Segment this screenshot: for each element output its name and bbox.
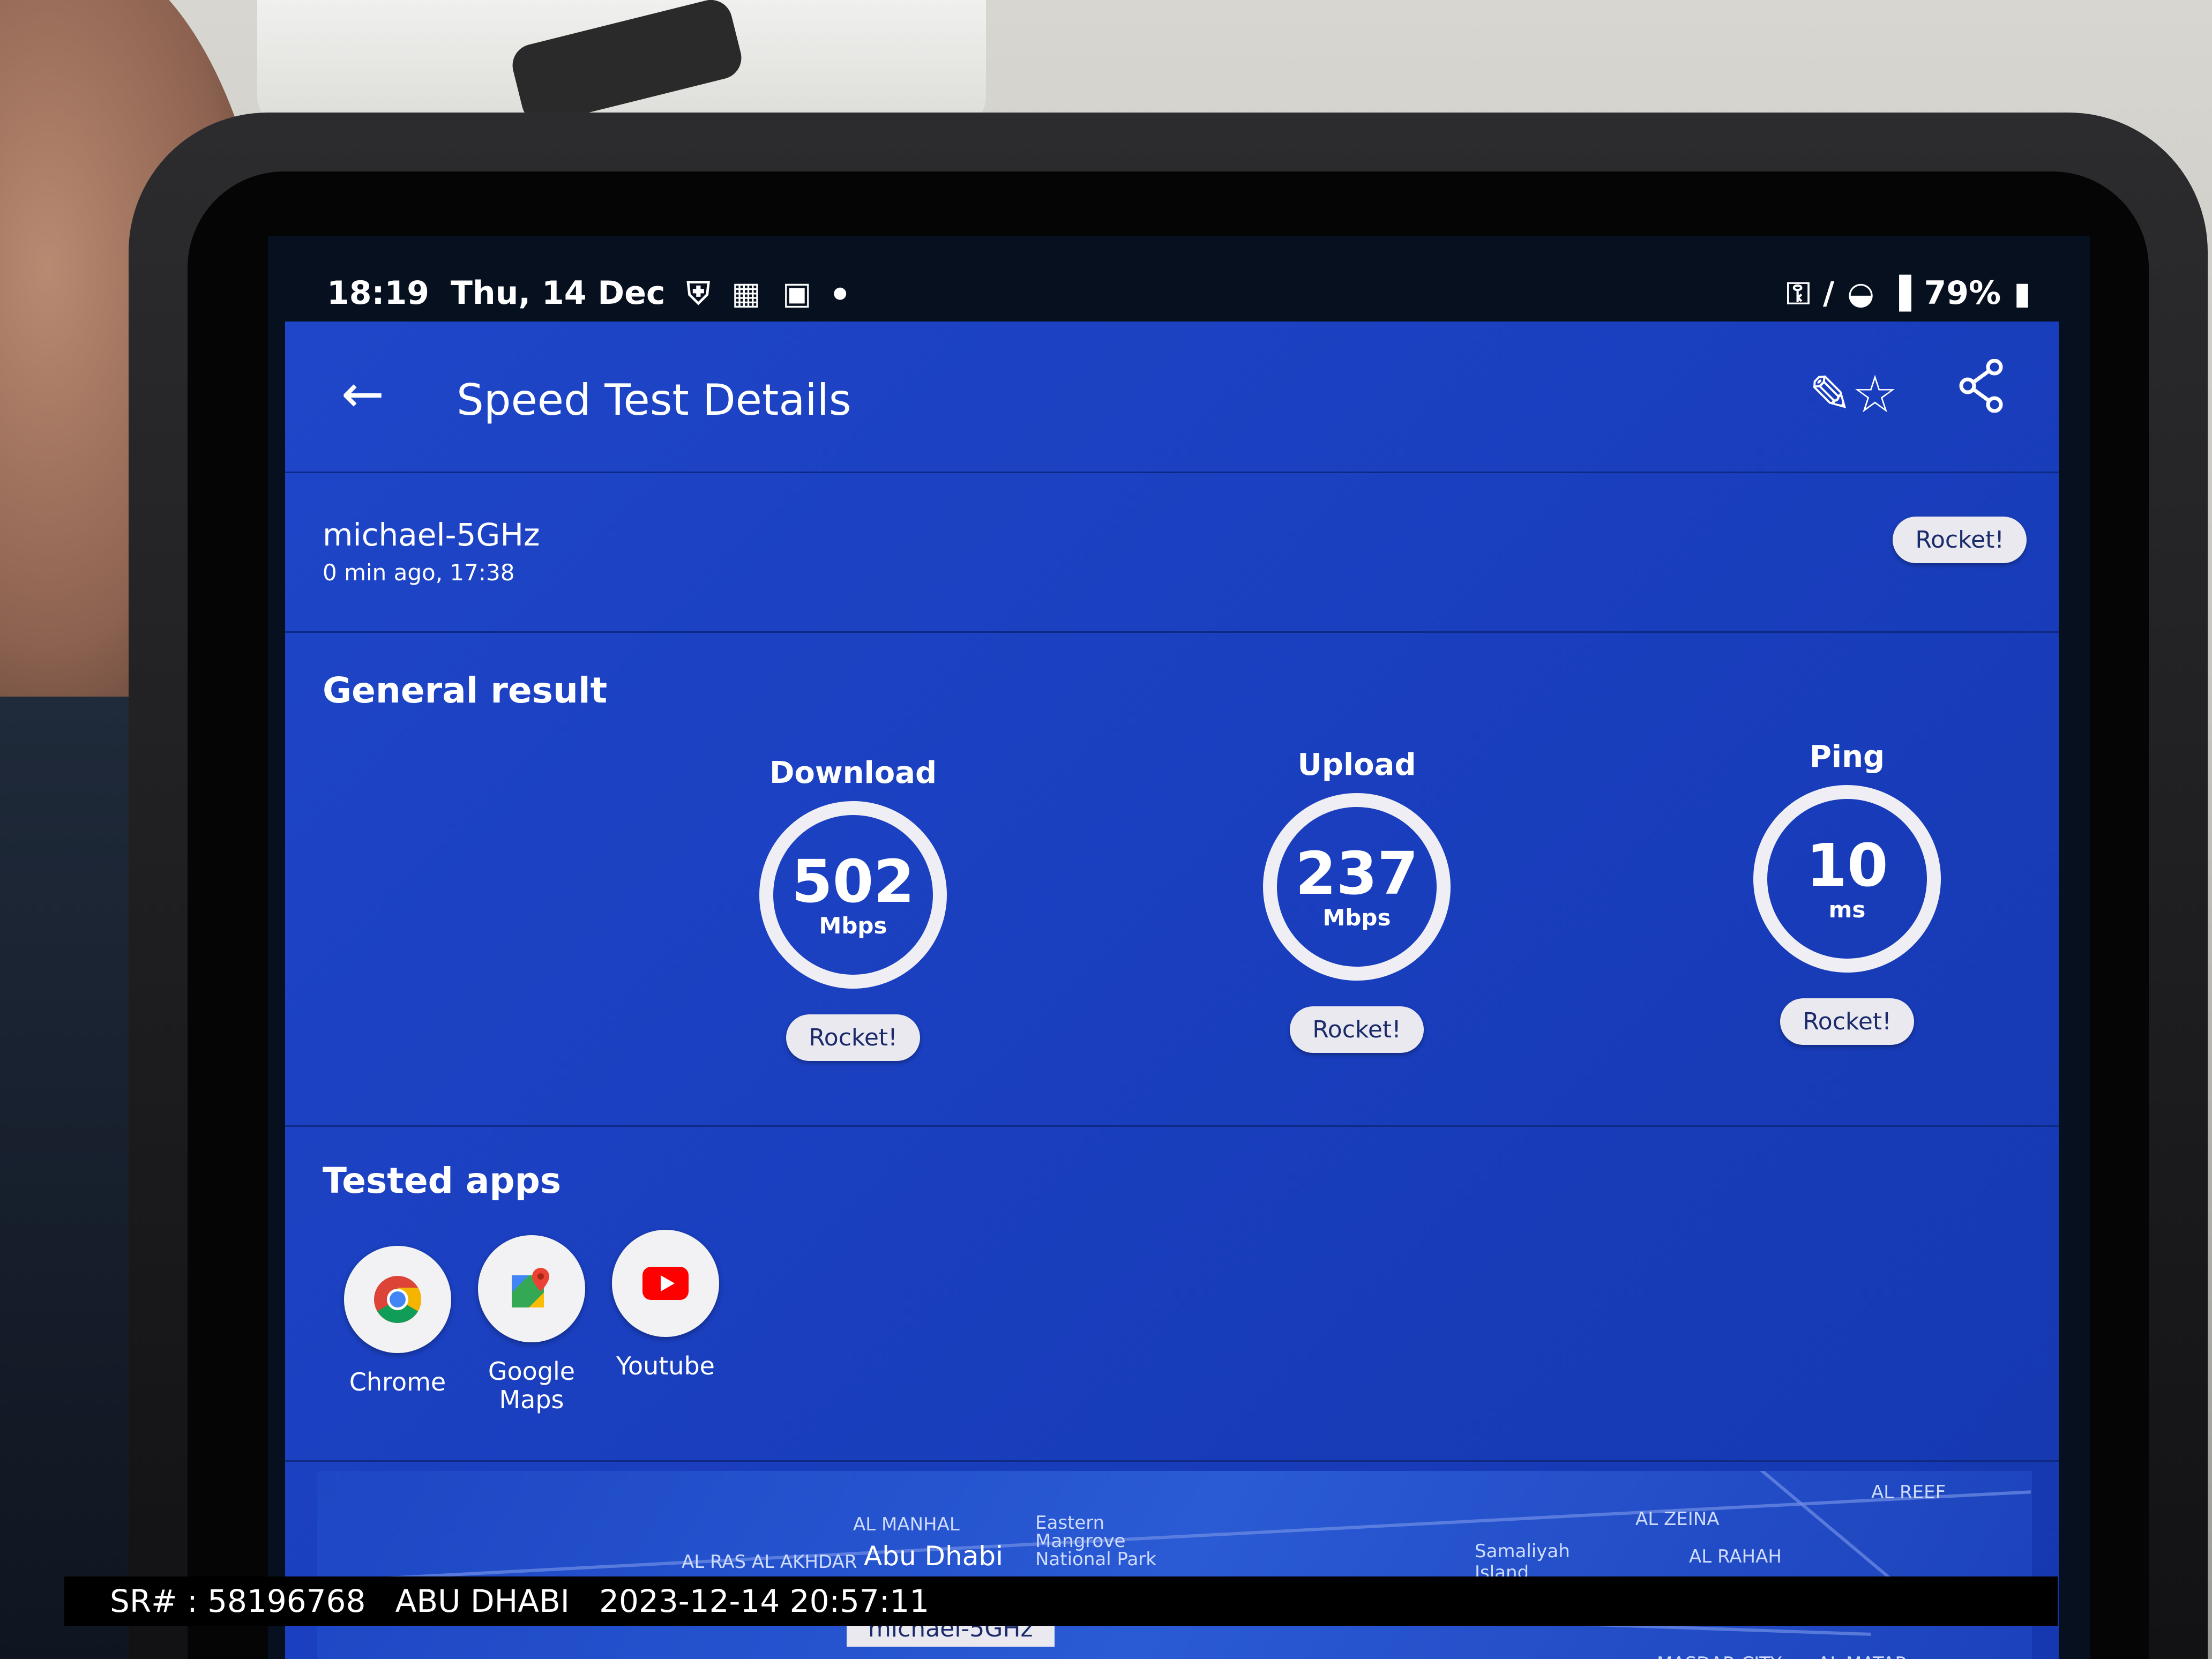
share-icon[interactable] [1957,358,2005,425]
app-item-chrome[interactable]: Chrome [333,1246,462,1396]
download-gauge: 502 Mbps [759,801,947,989]
status-left: 18:19 Thu, 14 Dec ⛨ ▦ ▣ ● [327,274,847,312]
map-label: AL ZEINA [1635,1508,1720,1530]
map-label: AL RAHAH [1689,1546,1782,1567]
app-window: ← Speed Test Details ✎☆ michael-5GHz 0 m [285,322,2059,1659]
teams-icon: ▣ [782,275,812,311]
divider [285,1460,2059,1462]
map-label: AL RAS AL AKHDAR [682,1551,857,1573]
pen-icon: ∕ [1823,275,1835,311]
section-title-apps: Tested apps [323,1160,562,1201]
ping-gauge: 10 ms [1753,785,1941,973]
map-road [318,1490,2031,1583]
map-label: AL MANHAL [853,1514,960,1535]
metric-upload: Upload 237 Mbps Rocket! [1244,748,1469,1053]
gauge-value: 502 [791,847,915,916]
gauge-unit: Mbps [819,913,887,939]
app-item-youtube[interactable]: Youtube [601,1230,730,1380]
map-label: AL REEF [1871,1482,1946,1503]
photo-caption-overlay: SR# : 58196768 ABU DHABI 2023-12-14 20:5… [64,1576,2058,1626]
metric-label: Upload [1297,748,1416,782]
network-rating-chip[interactable]: Rocket! [1893,517,2027,563]
gauge-value: 237 [1295,839,1418,908]
google-maps-icon [478,1235,585,1342]
map-label-city: Abu Dhabi [864,1541,1003,1572]
download-rating-chip[interactable]: Rocket! [786,1014,920,1061]
network-name: michael-5GHz [323,517,540,553]
app-name: Chrome [349,1367,446,1396]
metric-download: Download 502 Mbps Rocket! [741,756,966,1061]
upload-gauge: 237 Mbps [1263,793,1451,981]
map-label: AL MATAR [1818,1653,1908,1659]
battery-icon: ▮ [2014,275,2031,311]
top-app-bar: ← Speed Test Details ✎☆ [285,322,2059,472]
status-bar: 18:19 Thu, 14 Dec ⛨ ▦ ▣ ● ⚿ ∕ ◒ ▐ 79% ▮ [268,236,2090,322]
divider [285,472,2059,473]
gauge-unit: Mbps [1322,905,1391,931]
app-name: Google Maps [488,1357,576,1414]
pencil-star-icon[interactable]: ✎☆ [1809,364,1899,424]
app-name: Youtube [616,1351,715,1380]
general-result-section: General result Download 502 Mbps Rocket!… [285,632,2059,1125]
chrome-glyph [374,1276,421,1323]
metric-label: Download [769,756,937,790]
calendar-icon: ▦ [731,275,761,311]
youtube-glyph [642,1267,689,1300]
network-row[interactable]: michael-5GHz 0 min ago, 17:38 Rocket! [285,474,2059,629]
ping-rating-chip[interactable]: Rocket! [1780,998,1914,1045]
section-title-general: General result [323,670,608,711]
share-glyph [1959,358,2003,413]
map-label: MASDAR CITY [1657,1653,1782,1659]
maps-glyph [512,1268,549,1307]
gauge-unit: ms [1828,896,1866,923]
tablet-screen: 18:19 Thu, 14 Dec ⛨ ▦ ▣ ● ⚿ ∕ ◒ ▐ 79% ▮ … [268,236,2090,1659]
youtube-icon [612,1230,719,1337]
network-timestamp: 0 min ago, 17:38 [323,559,515,586]
photo-frame: 18:19 Thu, 14 Dec ⛨ ▦ ▣ ● ⚿ ∕ ◒ ▐ 79% ▮ … [0,0,2212,1659]
status-time: 18:19 [327,274,429,312]
metric-label: Ping [1809,739,1885,774]
map-preview[interactable]: AL MANHAL Abu Dhabi Eastern Mangrove Nat… [317,1471,2032,1659]
chrome-icon [344,1246,451,1353]
tested-apps-section: Tested apps Chrome Google Maps Youtube [285,1128,2059,1460]
app-item-google-maps[interactable]: Google Maps [467,1235,596,1414]
notification-dot-icon: ● [833,283,847,302]
key-icon: ⚿ [1786,275,1811,311]
battery-percent: 79% [1924,274,2001,312]
wifi-icon: ◒ [1847,275,1874,311]
shield-icon: ⛨ [686,275,711,311]
back-arrow-icon[interactable]: ← [333,364,392,423]
status-right: ⚿ ∕ ◒ ▐ 79% ▮ [1787,274,2031,312]
page-title: Speed Test Details [457,375,851,425]
status-date: Thu, 14 Dec [451,274,666,312]
signal-icon: ▐ [1887,275,1911,311]
gauge-value: 10 [1806,831,1888,900]
upload-rating-chip[interactable]: Rocket! [1290,1006,1424,1053]
metric-ping: Ping 10 ms Rocket! [1735,739,1960,1045]
divider [285,1125,2059,1127]
map-label: Eastern Mangrove National Park [1035,1512,1156,1570]
